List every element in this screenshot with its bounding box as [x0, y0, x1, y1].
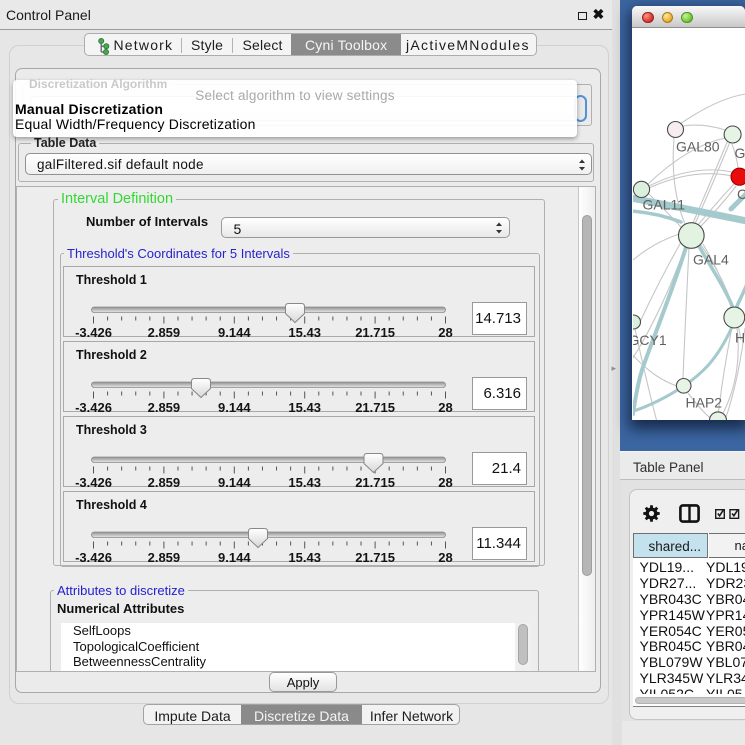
svg-text:H: H	[735, 330, 745, 346]
svg-text:GAL11: GAL11	[643, 197, 686, 213]
svg-text:HAP2: HAP2	[686, 395, 723, 411]
svg-text:C: C	[737, 186, 745, 202]
svg-text:GAL80: GAL80	[676, 139, 720, 155]
svg-text:GCY1: GCY1	[633, 332, 667, 348]
svg-text:GAL4: GAL4	[693, 252, 729, 268]
svg-text:GA: GA	[735, 145, 745, 161]
